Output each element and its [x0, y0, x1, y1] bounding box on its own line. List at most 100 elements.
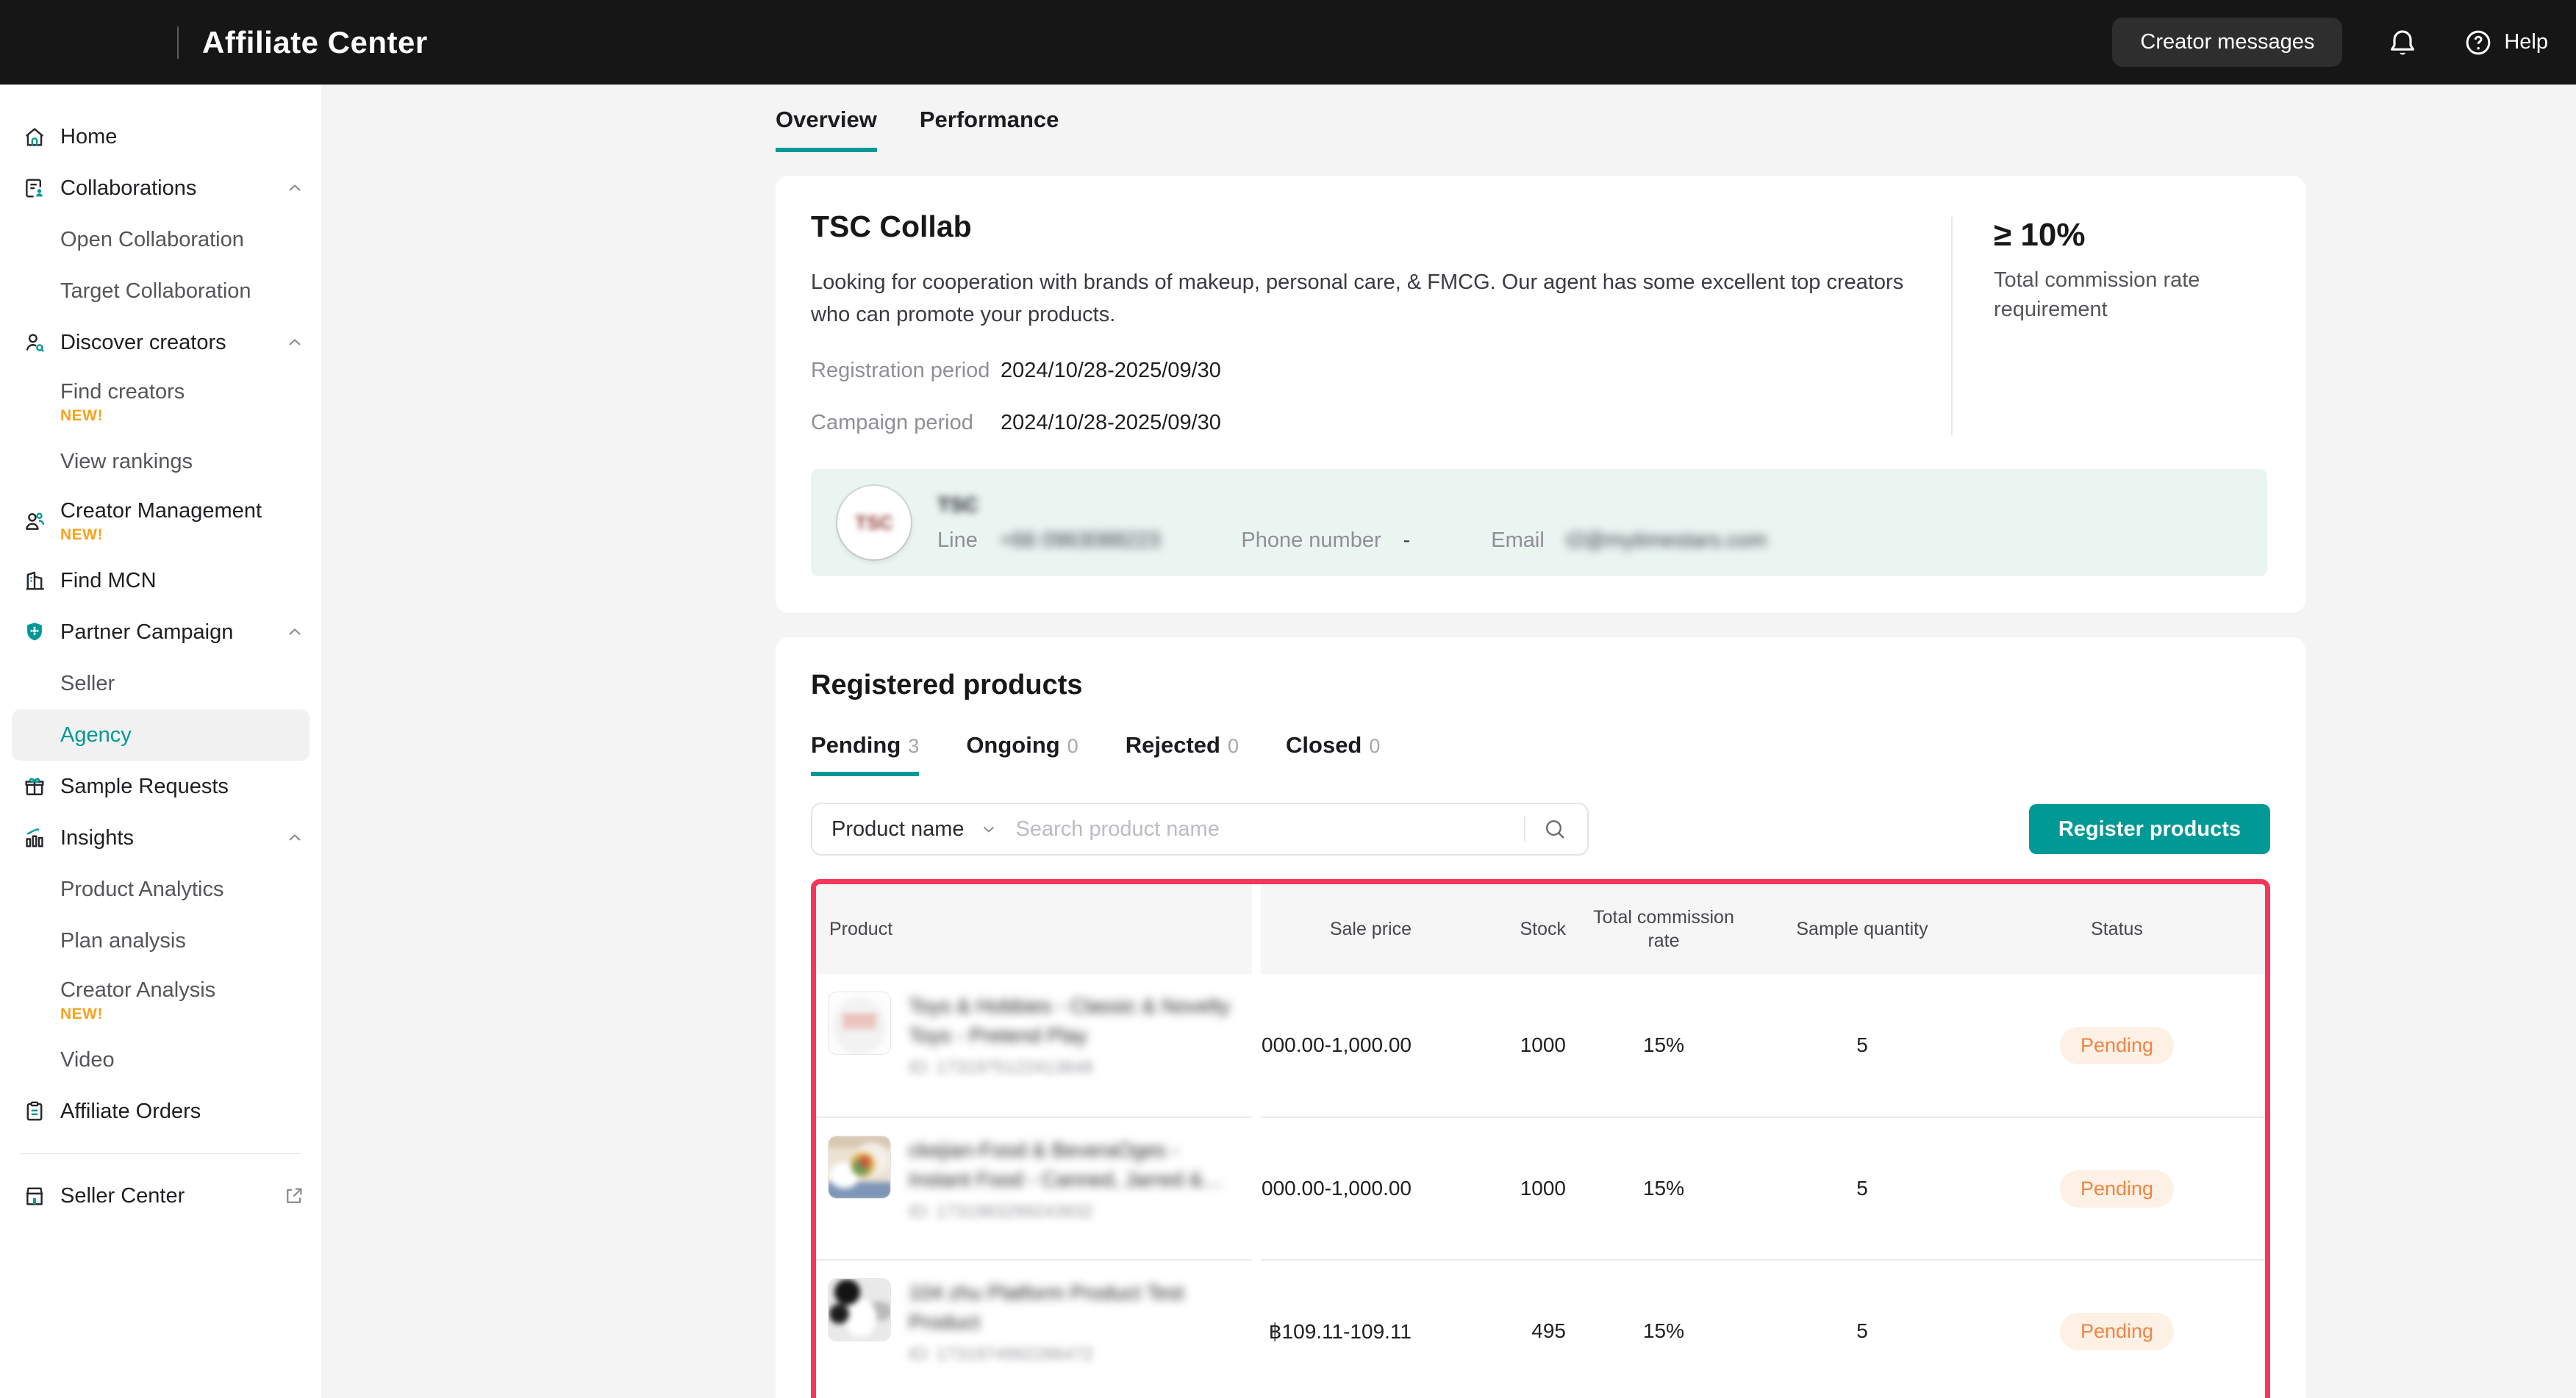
- sidebar-item-seller-center[interactable]: Seller Center: [0, 1170, 321, 1222]
- home-icon: [22, 124, 47, 149]
- sidebar-item-seller[interactable]: Seller: [0, 658, 321, 709]
- product-image: [828, 1278, 891, 1341]
- tab-closed[interactable]: Closed 0: [1286, 732, 1380, 776]
- topbar-divider: [177, 26, 179, 59]
- sample-requests-icon: [22, 774, 47, 799]
- register-products-button[interactable]: Register products: [2029, 804, 2270, 854]
- table-row[interactable]: ckejian-Food & BeveraOges - Instant Food…: [816, 1116, 2265, 1259]
- table-row[interactable]: Toys & Hobbies - Classic & Novelty Toys …: [816, 974, 2265, 1116]
- sidebar-item-home[interactable]: Home: [0, 111, 321, 162]
- phone-label: Phone number: [1241, 528, 1381, 553]
- chevron-up-icon[interactable]: [285, 332, 305, 353]
- commission-rate-caption: Total commission rate requirement: [1994, 265, 2214, 324]
- tab-performance[interactable]: Performance: [920, 107, 1059, 152]
- tab-overview[interactable]: Overview: [776, 107, 877, 152]
- commission-requirement: ≥ 10% Total commission rate requirement: [1951, 217, 2267, 435]
- product-id: ID: 1731975122413848: [909, 1058, 1233, 1078]
- products-table: Product Sale price Stock Total commissio…: [811, 879, 2270, 1398]
- sidebar-divider: [21, 1153, 301, 1154]
- sidebar-item-video[interactable]: Video: [0, 1034, 321, 1086]
- product-name: 104 zhu Platform Product Test Product: [909, 1278, 1233, 1337]
- partner-campaign-icon: [22, 620, 47, 645]
- chevron-up-icon[interactable]: [285, 178, 305, 198]
- sidebar-item-target-collaboration[interactable]: Target Collaboration: [0, 265, 321, 317]
- chevron-up-icon[interactable]: [285, 622, 305, 642]
- frozen-column-gap: [1252, 884, 1261, 1398]
- product-cell: Toys & Hobbies - Classic & Novelty Toys …: [816, 974, 1252, 1078]
- sidebar-item-discover-creators[interactable]: Discover creators: [0, 317, 321, 368]
- line-value: +66 0963088223: [1000, 528, 1161, 553]
- main-area: Overview Performance TSC Collab Looking …: [321, 85, 2576, 1398]
- campaign-period-value: 2024/10/28-2025/09/30: [1001, 411, 1221, 435]
- help-menu[interactable]: Help: [2463, 27, 2548, 58]
- find-mcn-icon: [22, 568, 47, 593]
- registration-period-label: Registration period: [811, 359, 1001, 383]
- chevron-down-icon: [979, 820, 998, 839]
- sidebar: Home Collaborations Open Collaboration T…: [0, 85, 321, 1398]
- campaign-period-label: Campaign period: [811, 411, 1001, 435]
- sidebar-item-view-rankings[interactable]: View rankings: [0, 436, 321, 487]
- sidebar-item-creator-analysis[interactable]: Creator Analysis NEW!: [0, 967, 321, 1034]
- table-header-row: Product Sale price Stock Total commissio…: [816, 884, 2265, 974]
- stock: 1000: [1520, 1177, 1572, 1200]
- external-link-icon: [283, 1185, 305, 1207]
- header-stock: Stock: [1520, 917, 1572, 941]
- tab-pending[interactable]: Pending 3: [811, 732, 919, 776]
- sidebar-item-product-analytics[interactable]: Product Analytics: [0, 864, 321, 915]
- registered-products-card: Registered products Pending 3 Ongoing 0 …: [776, 637, 2305, 1398]
- page-tabs: Overview Performance: [776, 107, 2305, 152]
- creator-messages-button[interactable]: Creator messages: [2112, 18, 2342, 67]
- campaign-description: Looking for cooperation with brands of m…: [811, 266, 1906, 331]
- agency-name: TSC: [937, 493, 978, 517]
- product-name: ckejian-Food & BeveraOges - Instant Food…: [909, 1136, 1233, 1194]
- sidebar-item-affiliate-orders[interactable]: Affiliate Orders: [0, 1086, 321, 1137]
- campaign-card: TSC Collab Looking for cooperation with …: [776, 176, 2305, 613]
- sidebar-item-find-creators[interactable]: Find creators NEW!: [0, 368, 321, 436]
- header-product: Product: [816, 917, 892, 941]
- chevron-up-icon[interactable]: [285, 828, 305, 848]
- search-input[interactable]: [1015, 817, 1524, 842]
- tab-rejected[interactable]: Rejected 0: [1126, 732, 1239, 776]
- sidebar-item-open-collaboration[interactable]: Open Collaboration: [0, 214, 321, 265]
- commission-rate: 15%: [1643, 1033, 1684, 1057]
- commission-rate: 15%: [1643, 1177, 1684, 1200]
- discover-creators-icon: [22, 330, 47, 355]
- status-tabs: Pending 3 Ongoing 0 Rejected 0 Closed 0: [811, 732, 2270, 776]
- notification-bell-icon[interactable]: [2386, 26, 2419, 59]
- closed-count: 0: [1369, 735, 1380, 758]
- search-divider: [1524, 817, 1525, 842]
- search-icon[interactable]: [1542, 816, 1568, 842]
- sidebar-item-find-mcn[interactable]: Find MCN: [0, 555, 321, 606]
- affiliate-center-page: Affiliate Center Creator messages Help: [0, 0, 2576, 1398]
- new-badge: NEW!: [60, 407, 321, 425]
- sample-quantity: 5: [1856, 1033, 1868, 1057]
- new-badge: NEW!: [60, 526, 262, 544]
- campaign-title: TSC Collab: [811, 209, 1951, 244]
- seller-center-icon: [22, 1183, 47, 1208]
- header-status: Status: [2091, 917, 2143, 941]
- rejected-count: 0: [1228, 735, 1239, 758]
- insights-icon: [22, 825, 47, 850]
- line-label: Line: [937, 528, 978, 553]
- sidebar-item-collaborations[interactable]: Collaborations: [0, 162, 321, 214]
- sidebar-item-sample-requests[interactable]: Sample Requests: [0, 761, 321, 812]
- header-commission: Total commission rate: [1578, 906, 1749, 953]
- agency-avatar: TSC: [837, 486, 911, 559]
- sidebar-item-plan-analysis[interactable]: Plan analysis: [0, 915, 321, 967]
- stock: 495: [1531, 1319, 1572, 1343]
- commission-rate: 15%: [1643, 1319, 1684, 1343]
- product-image: [828, 992, 891, 1055]
- sidebar-item-partner-campaign[interactable]: Partner Campaign: [0, 606, 321, 658]
- product-search-bar: Product name: [811, 803, 1589, 856]
- tab-ongoing[interactable]: Ongoing 0: [966, 732, 1078, 776]
- sidebar-item-creator-management[interactable]: Creator Management NEW!: [0, 487, 321, 555]
- sample-quantity: 5: [1856, 1177, 1868, 1200]
- sidebar-item-insights[interactable]: Insights: [0, 812, 321, 864]
- sidebar-item-agency[interactable]: Agency: [12, 709, 310, 761]
- email-label: Email: [1491, 528, 1545, 553]
- collaborations-icon: [22, 176, 47, 201]
- search-filter-dropdown[interactable]: Product name: [831, 817, 1015, 842]
- help-label: Help: [2504, 30, 2548, 54]
- product-id: ID: 1731974992286472: [909, 1344, 1233, 1365]
- table-row[interactable]: 104 zhu Platform Product Test Product ID…: [816, 1259, 2265, 1398]
